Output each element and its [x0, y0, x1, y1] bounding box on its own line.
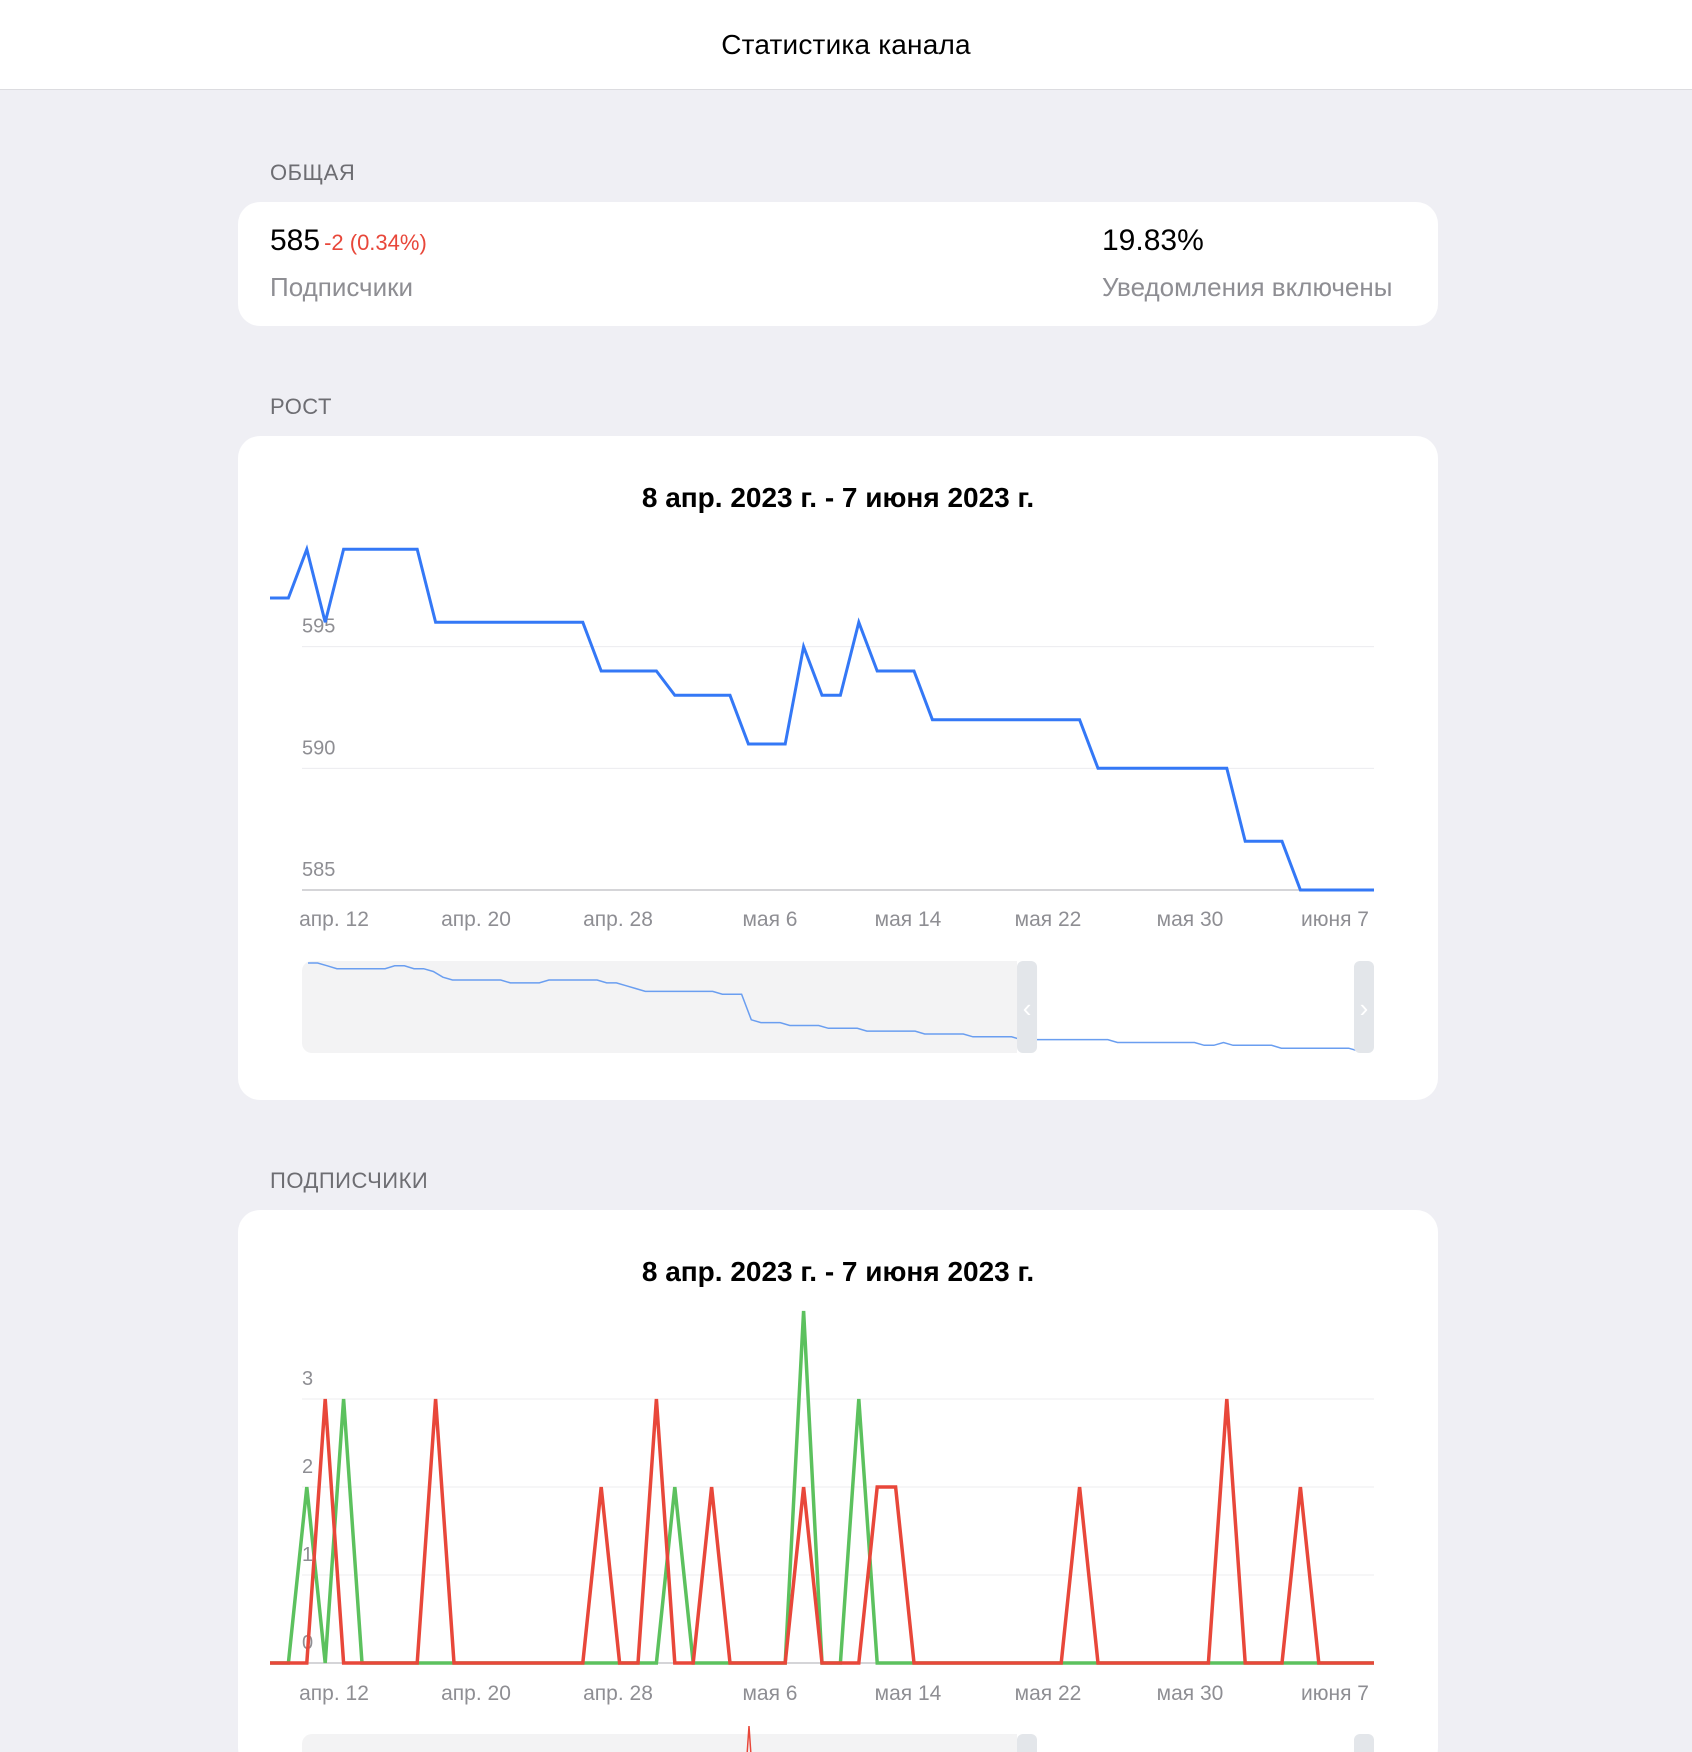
section-label-overview: ОБЩАЯ	[270, 160, 356, 185]
notifications-stat: 19.83% Уведомления включены	[1102, 224, 1392, 303]
x-tick-label: мая 22	[1015, 1682, 1082, 1705]
section-label-growth: РОСТ	[270, 394, 332, 419]
navigator-right-handle[interactable]	[1354, 1734, 1374, 1752]
subscribers-caption: Подписчики	[270, 272, 414, 302]
x-tick-label: июня 7	[1301, 908, 1369, 931]
overview-card: 585 -2 (0.34%) Подписчики 19.83% Уведомле…	[238, 202, 1438, 326]
x-tick-label: мая 14	[875, 1682, 942, 1705]
subscribers-count: 585	[270, 224, 321, 257]
y-tick-label: 595	[302, 616, 335, 638]
subscribers-stat: 585 -2 (0.34%) Подписчики	[270, 224, 427, 303]
top-bar: Статистика канала	[0, 0, 1692, 90]
notifications-value: 19.83%	[1102, 224, 1204, 257]
section-label-followers: ПОДПИСЧИКИ	[270, 1168, 429, 1193]
y-tick-label: 590	[302, 737, 335, 759]
x-tick-label: мая 6	[742, 1682, 797, 1705]
followers-chart: 0123апр. 12 апр. 20 апр. 28 мая 6 мая 14 мая …	[270, 1310, 1374, 1752]
growth-card: 8 апр. 2023 г. - 7 июня 2023 г. 585 590 59…	[238, 436, 1438, 1100]
x-tick-label: апр. 28	[583, 1682, 653, 1705]
chevron-left-icon: ‹	[1023, 993, 1032, 1023]
page-title: Статистика канала	[721, 28, 971, 60]
x-tick-label: апр. 20	[441, 908, 511, 931]
y-tick-label: 3	[302, 1368, 313, 1390]
x-tick-label: мая 30	[1157, 908, 1224, 931]
x-tick-label: мая 22	[1015, 908, 1082, 931]
subscribers-delta: -2 (0.34%)	[324, 230, 427, 255]
notifications-caption: Уведомления включены	[1102, 272, 1393, 302]
x-tick-label: апр. 12	[299, 1682, 369, 1705]
left-line	[270, 1398, 1374, 1665]
x-tick-label: апр. 20	[441, 1682, 511, 1705]
navigator-left-handle[interactable]	[1017, 1734, 1037, 1752]
growth-line	[270, 544, 1374, 892]
y-tick-label: 585	[302, 859, 335, 881]
x-tick-label: апр. 28	[583, 908, 653, 931]
y-tick-label: 2	[302, 1456, 313, 1478]
followers-card: 8 апр. 2023 г. - 7 июня 2023 г. 0 1 2 3 апр.…	[238, 1210, 1438, 1752]
x-tick-label: июня 7	[1301, 1682, 1369, 1705]
x-tick-label: апр. 12	[299, 908, 369, 931]
x-tick-label: мая 30	[1157, 1682, 1224, 1705]
x-tick-label: мая 6	[742, 908, 797, 931]
x-tick-label: мая 14	[875, 908, 942, 931]
chevron-right-icon: ›	[1360, 993, 1369, 1023]
growth-chart: 585 590 595 апр. 12 апр. 20 апр. 28 мая 6 мая 1…	[270, 544, 1374, 1053]
navigator-selection	[1017, 1734, 1374, 1752]
